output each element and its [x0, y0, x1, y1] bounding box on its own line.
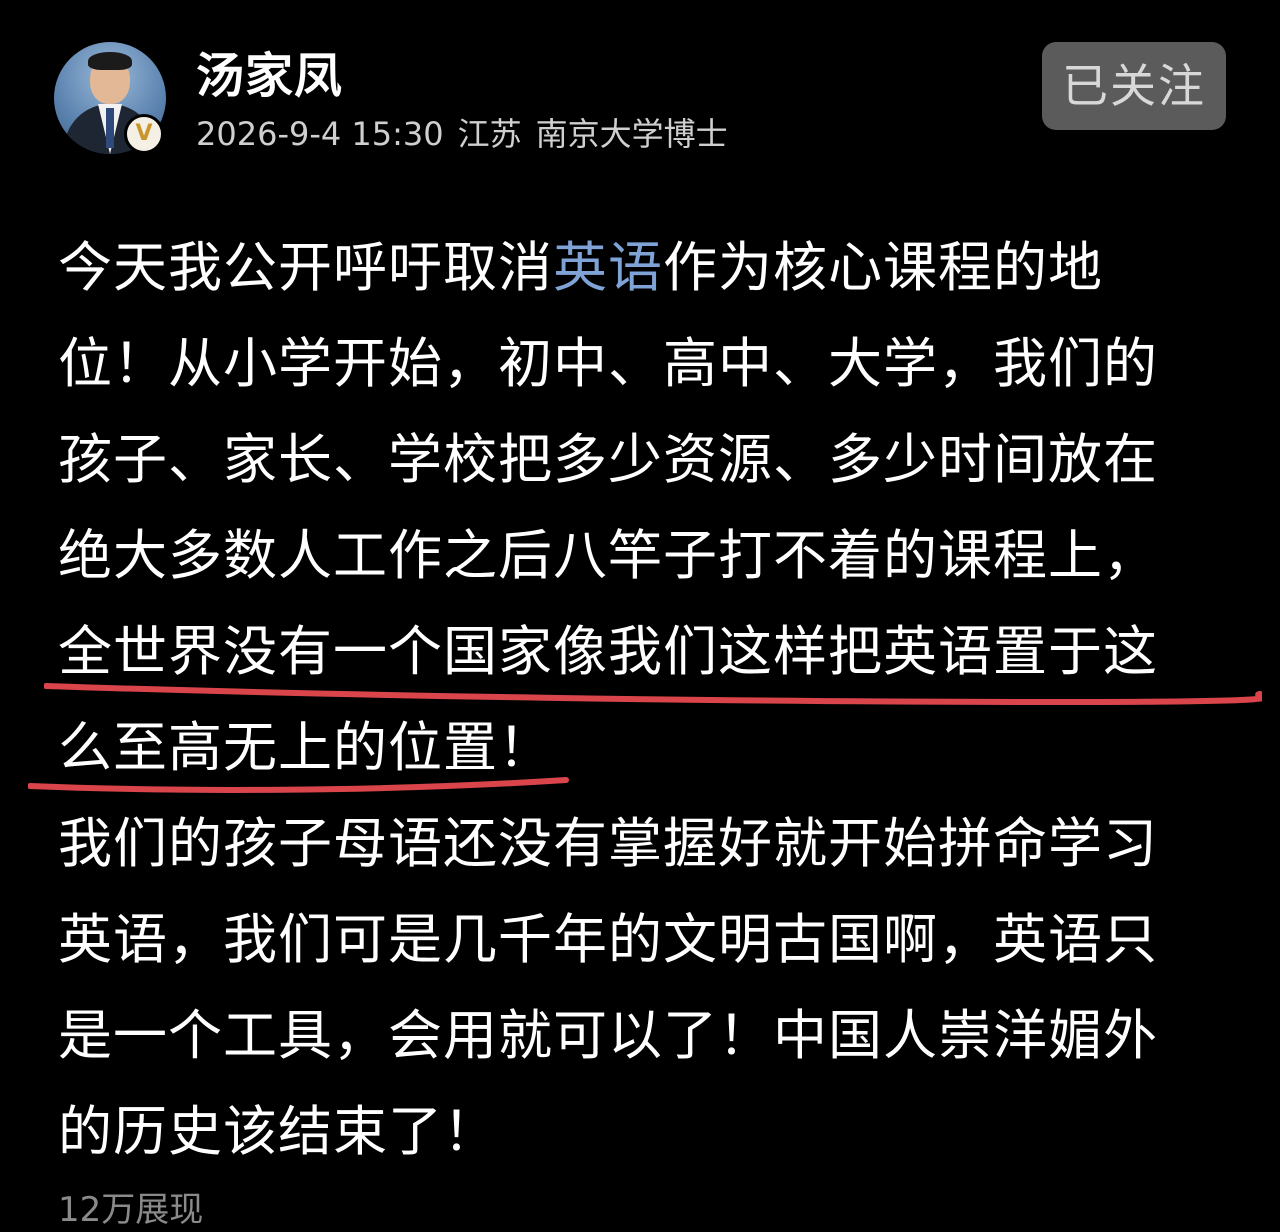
author-title: 南京大学博士: [535, 115, 728, 153]
follow-button[interactable]: 已关注: [1042, 42, 1226, 130]
post-line-10: 的历史该结束了！: [58, 1100, 498, 1163]
verified-badge-icon: V: [124, 114, 164, 154]
topic-link-english[interactable]: 英语: [553, 236, 663, 299]
post-line-7: 我们的孩子母语还没有掌握好就开始拼命学习: [58, 812, 1158, 875]
post-line-1: 今天我公开呼吁取消英语作为核心课程的地: [58, 220, 1208, 316]
avatar-tie: [106, 108, 114, 148]
view-count: 12万展现: [58, 1190, 204, 1230]
post-date: 2026-9-4 15:30: [196, 115, 444, 153]
post-header: V 汤家凤 2026-9-4 15:30 江苏 南京大学博士 已关注: [0, 0, 1280, 170]
post-line-8: 英语，我们可是几千年的文明古国啊，英语只: [58, 908, 1158, 971]
post-line-3: 孩子、家长、学校把多少资源、多少时间放在: [58, 428, 1158, 491]
post-line-1-after: 作为核心课程的地: [663, 236, 1103, 299]
post-line-1-before: 今天我公开呼吁取消: [58, 236, 553, 299]
post-line-4: 绝大多数人工作之后八竿子打不着的课程上，: [58, 524, 1158, 587]
post-location: 江苏: [457, 115, 522, 153]
red-underline-annotation-2: [28, 777, 569, 793]
post-line-9: 是一个工具，会用就可以了！中国人崇洋媚外: [58, 1004, 1158, 1067]
avatar-hair: [88, 52, 132, 70]
red-underline-annotation-1: [44, 683, 1262, 706]
post-line-2: 位！从小学开始，初中、高中、大学，我们的: [58, 332, 1158, 395]
author-name[interactable]: 汤家凤: [196, 46, 343, 106]
post-meta: 2026-9-4 15:30 江苏 南京大学博士: [196, 112, 742, 156]
